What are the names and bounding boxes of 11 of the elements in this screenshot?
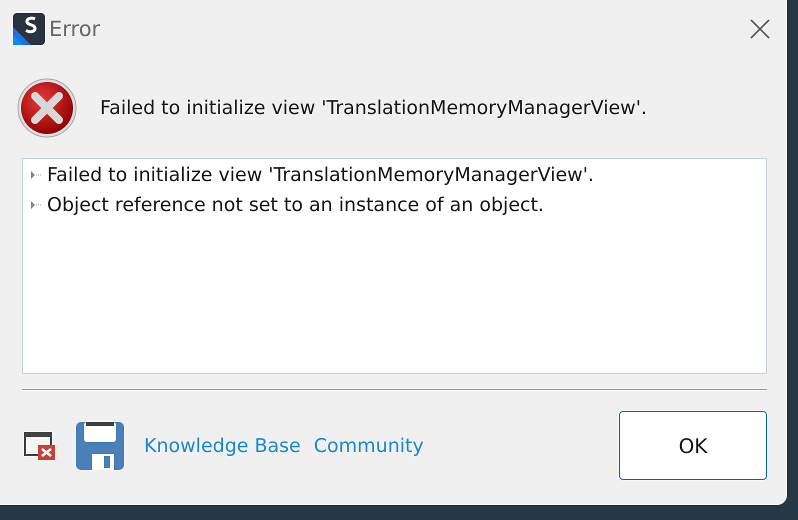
expand-icon[interactable]: [29, 169, 41, 181]
ok-button[interactable]: OK: [619, 411, 767, 480]
error-icon: [16, 77, 78, 139]
error-message: Failed to initialize view 'TranslationMemoryManagerView'.: [100, 97, 647, 119]
detail-text[interactable]: Failed to initialize view 'TranslationMemoryManagerView'.: [47, 164, 594, 186]
window-close-icon[interactable]: [24, 430, 56, 460]
window-title: Error: [49, 17, 102, 41]
app-logo-icon: [13, 13, 45, 45]
detail-text[interactable]: Object reference not set to an instance of an object.: [47, 194, 544, 216]
save-icon[interactable]: [76, 422, 124, 470]
expand-icon[interactable]: [29, 199, 41, 211]
